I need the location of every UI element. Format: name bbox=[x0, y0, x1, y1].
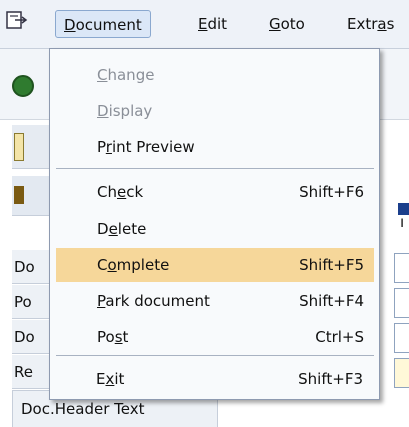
menu-item-print-preview[interactable]: Print Preview bbox=[56, 130, 374, 164]
background-field-2[interactable] bbox=[394, 288, 409, 318]
menu-item-check-shortcut: Shift+F6 bbox=[299, 183, 364, 201]
menu-item-print-preview-pre: P bbox=[97, 138, 106, 156]
menu-item-complete-post: mplete bbox=[116, 256, 170, 274]
menu-item-check-post: ck bbox=[126, 183, 144, 201]
menu-item-check[interactable]: Check Shift+F6 bbox=[56, 175, 374, 209]
bg-peek-1: ı bbox=[400, 213, 405, 231]
menu-item-check-pre: Ch bbox=[97, 183, 117, 201]
menu-document-post: ocument bbox=[75, 16, 142, 34]
menu-item-complete-mnemonic: o bbox=[107, 256, 117, 274]
menu-item-park-document-post: ark document bbox=[105, 292, 210, 310]
menu-bar: Document Edit Goto Extras bbox=[0, 0, 409, 49]
document-dropdown-menu: Change Display Print Preview Check Shift… bbox=[49, 48, 380, 400]
menu-item-delete-post: lete bbox=[117, 220, 147, 238]
menu-item-display-mnemonic: D bbox=[97, 102, 109, 120]
menu-item-park-document-shortcut: Shift+F4 bbox=[299, 292, 364, 310]
menu-item-display-post: isplay bbox=[108, 102, 153, 120]
menu-item-park-document[interactable]: Park document Shift+F4 bbox=[56, 284, 374, 318]
menu-item-exit-shortcut: Shift+F3 bbox=[298, 370, 363, 388]
menu-extras-post: s bbox=[386, 15, 395, 33]
menu-extras-mnemonic: a bbox=[377, 15, 387, 33]
menu-extras[interactable]: Extras bbox=[339, 10, 402, 38]
menu-goto[interactable]: Goto bbox=[261, 10, 313, 38]
enter-icon[interactable] bbox=[12, 75, 34, 97]
menu-item-post-shortcut: Ctrl+S bbox=[315, 328, 364, 346]
menu-separator bbox=[56, 168, 374, 169]
menu-item-complete-shortcut: Shift+F5 bbox=[299, 256, 364, 274]
menu-item-display: Display bbox=[56, 94, 374, 128]
menu-item-post-post: t bbox=[122, 328, 129, 346]
menu-item-complete[interactable]: Complete Shift+F5 bbox=[56, 248, 374, 282]
menu-goto-mnemonic: G bbox=[269, 15, 281, 33]
menu-item-check-mnemonic: e bbox=[116, 183, 127, 201]
menu-item-exit-post: it bbox=[114, 370, 125, 388]
item-toolbar-icon bbox=[14, 186, 24, 204]
menu-extras-pre: Extr bbox=[347, 15, 378, 33]
menu-item-post-mnemonic: s bbox=[114, 328, 123, 346]
menu-item-print-preview-post: int Preview bbox=[111, 138, 195, 156]
background-field-3[interactable] bbox=[394, 323, 409, 353]
menu-item-complete-pre: C bbox=[97, 256, 108, 274]
menu-item-change: Change bbox=[56, 58, 374, 92]
background-field-4[interactable] bbox=[394, 358, 409, 388]
menu-item-delete[interactable]: Delete bbox=[56, 212, 374, 246]
tab-icon bbox=[14, 133, 24, 161]
menu-goto-post: oto bbox=[280, 15, 305, 33]
menu-item-delete-mnemonic: e bbox=[108, 220, 118, 238]
menu-item-post-pre: Po bbox=[97, 328, 115, 346]
menu-item-change-mnemonic: C bbox=[97, 66, 108, 84]
menu-edit[interactable]: Edit bbox=[190, 10, 235, 38]
menu-edit-post: dit bbox=[207, 15, 228, 33]
background-field-1[interactable] bbox=[394, 253, 409, 283]
system-menu-icon[interactable] bbox=[6, 11, 30, 31]
menu-document-mnemonic: D bbox=[64, 16, 76, 34]
menu-item-exit-row[interactable]: Exit Shift+F3 bbox=[55, 362, 373, 396]
menu-document[interactable]: Document bbox=[55, 10, 151, 38]
menu-item-delete-pre: D bbox=[97, 220, 109, 238]
menu-item-change-post: hange bbox=[107, 66, 155, 84]
menu-separator bbox=[56, 355, 374, 356]
menu-item-post[interactable]: Post Ctrl+S bbox=[56, 320, 374, 354]
